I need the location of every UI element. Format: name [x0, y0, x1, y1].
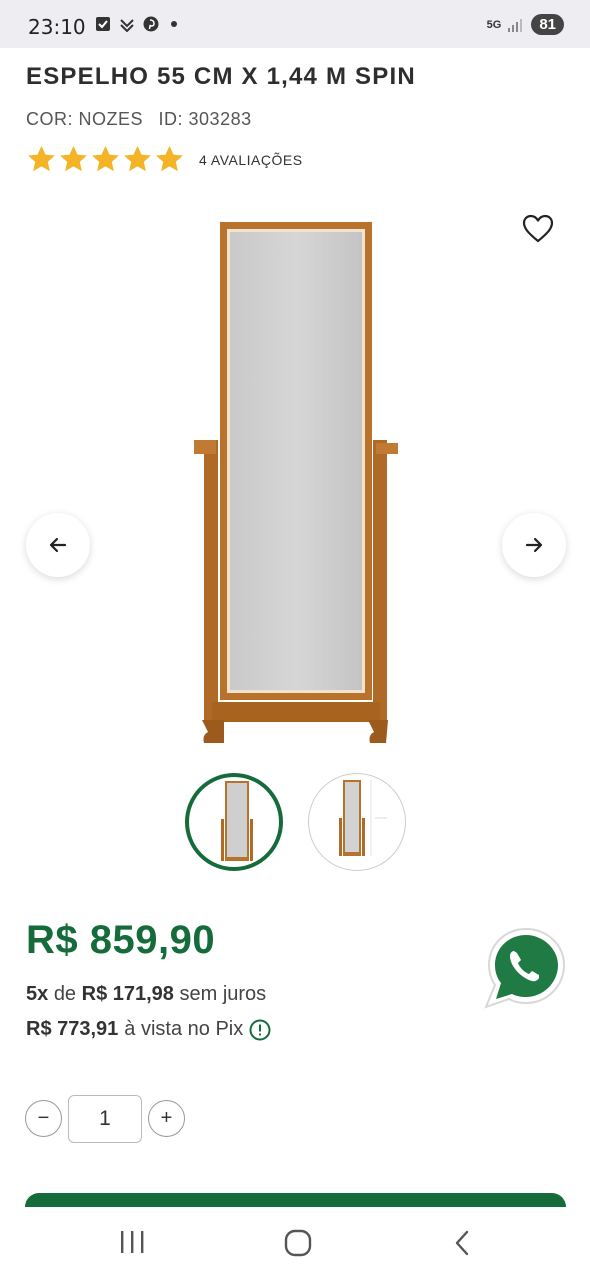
star-icon — [124, 145, 151, 172]
status-bar: 23:10 5G 81 — [0, 0, 590, 48]
system-nav-bar — [0, 1207, 590, 1280]
battery-indicator: 81 — [531, 14, 564, 35]
signal-icon — [508, 18, 523, 32]
arrow-left-icon — [49, 537, 67, 553]
back-icon[interactable] — [452, 1229, 472, 1257]
previous-image-button[interactable] — [26, 513, 90, 577]
whatsapp-icon[interactable] — [482, 923, 570, 1011]
thumbnail-mirror-image — [221, 781, 253, 861]
installments-suffix: sem juros — [179, 983, 267, 1005]
pinterest-icon — [143, 16, 159, 32]
thumbnail-1[interactable] — [185, 773, 283, 871]
product-price: R$ 859,90 — [26, 918, 216, 962]
star-icon — [60, 145, 87, 172]
star-icon — [156, 145, 183, 172]
heart-icon[interactable] — [522, 213, 554, 245]
product-id: ID: 303283 — [158, 109, 252, 129]
rating-stars — [26, 144, 185, 175]
arrow-right-icon — [525, 537, 543, 553]
product-meta: COR: NOZES ID: 303283 — [26, 109, 262, 130]
installments-count: 5x — [26, 983, 49, 1005]
thumbnail-dimensions-image — [339, 780, 387, 856]
notification-icons — [95, 16, 177, 32]
status-right: 5G 81 — [487, 14, 564, 35]
status-time: 23:10 — [28, 15, 86, 39]
pix-suffix: à vista no Pix — [124, 1018, 244, 1040]
check-notification-icon — [96, 17, 110, 31]
pix-price-text: R$ 773,91 à vista no Pix — [26, 1018, 271, 1041]
product-rating[interactable]: 4 AVALIAÇÕES — [26, 144, 303, 175]
next-image-button[interactable] — [502, 513, 566, 577]
flow-notification-icon — [120, 19, 134, 32]
more-notifications-dot — [171, 21, 177, 27]
reviews-link[interactable]: 4 AVALIAÇÕES — [199, 152, 303, 168]
quantity-increase-button[interactable]: + — [148, 1100, 185, 1137]
installments-text: 5x de R$ 171,98 sem juros — [26, 983, 266, 1006]
pix-value: R$ 773,91 — [26, 1018, 119, 1040]
star-icon — [92, 145, 119, 172]
product-title: ESPELHO 55 CM X 1,44 M SPIN — [26, 63, 416, 90]
quantity-decrease-button[interactable]: − — [25, 1100, 62, 1137]
star-icon — [28, 145, 55, 172]
network-icon: 5G — [486, 18, 502, 31]
thumbnail-2[interactable] — [308, 773, 406, 871]
installment-value: R$ 171,98 — [81, 983, 174, 1005]
home-icon[interactable] — [284, 1229, 312, 1257]
product-color: COR: NOZES — [26, 109, 144, 129]
info-icon[interactable] — [249, 1019, 271, 1041]
quantity-input[interactable] — [68, 1095, 142, 1143]
product-image — [194, 222, 398, 743]
installments-of: de — [53, 983, 77, 1005]
recent-apps-icon[interactable] — [118, 1229, 146, 1255]
